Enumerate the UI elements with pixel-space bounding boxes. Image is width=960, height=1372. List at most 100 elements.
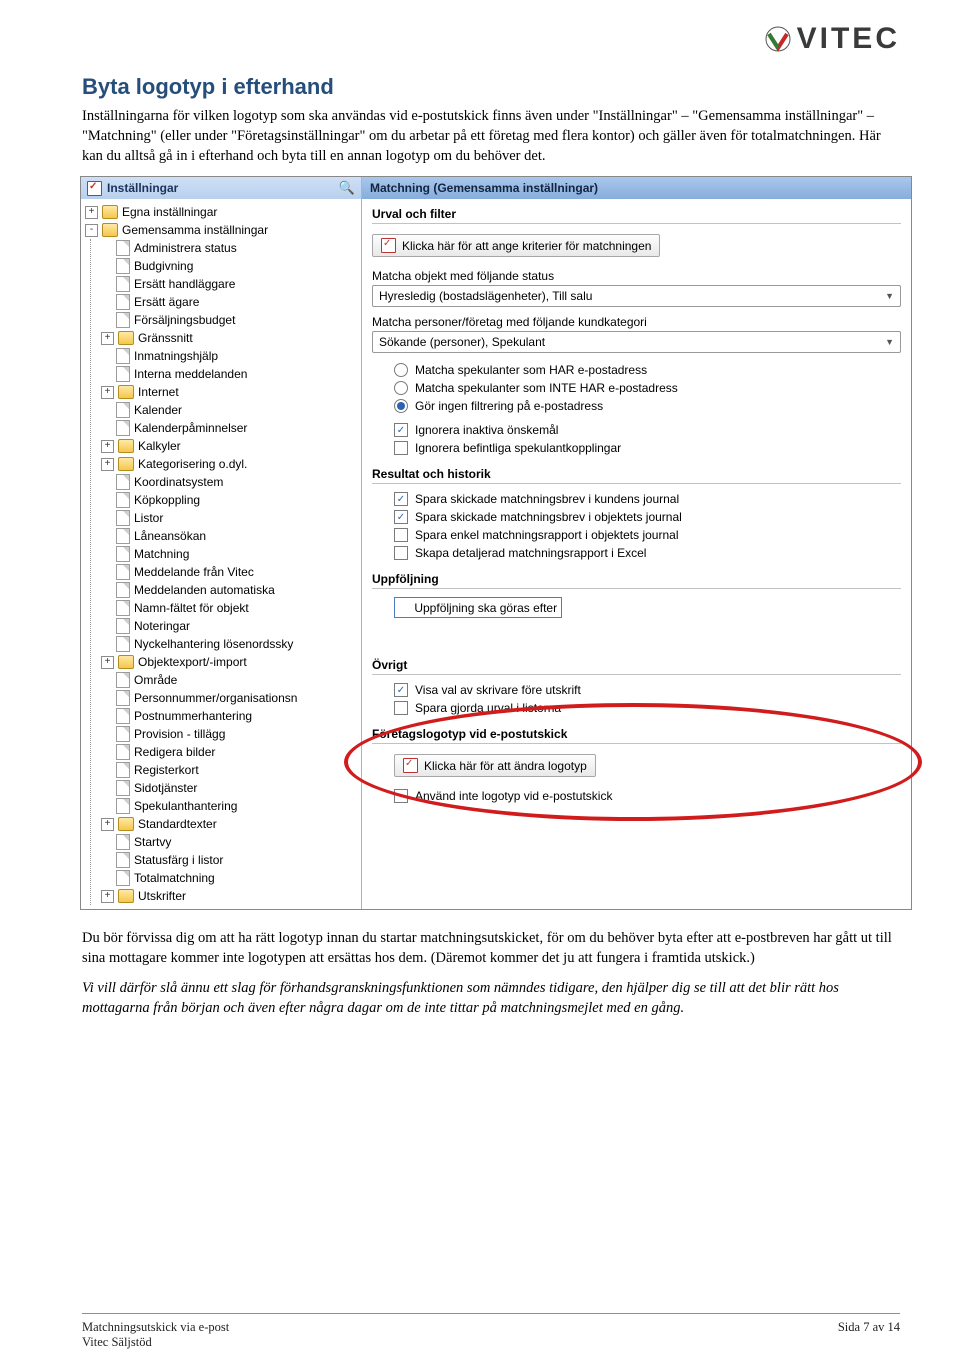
tree-item[interactable]: Budgivning [97, 257, 361, 275]
category-value: Sökande (personer), Spekulant [379, 335, 545, 349]
tree-expander-icon [101, 513, 112, 524]
tree-item[interactable]: Försäljningsbudget [97, 311, 361, 329]
tree-expander-icon [101, 747, 112, 758]
tree-item-label: Provision - tillägg [134, 725, 225, 743]
tree-item[interactable]: Kalenderpåminnelser [97, 419, 361, 437]
tree-item[interactable]: Startvy [97, 833, 361, 851]
settings-tree[interactable]: +Egna inställningar-Gemensamma inställni… [81, 199, 361, 909]
tree-item[interactable]: Personnummer/organisationsn [97, 689, 361, 707]
tree-item[interactable]: Ersätt handläggare [97, 275, 361, 293]
chk-save-object-journal[interactable]: Spara skickade matchningsbrev i objektet… [372, 508, 901, 526]
tree-item-label: Område [134, 671, 177, 689]
tree-expander-icon[interactable]: + [101, 890, 114, 903]
tree-item[interactable]: + Internet [97, 383, 361, 401]
tree-item[interactable]: Registerkort [97, 761, 361, 779]
tree-item[interactable]: Meddelande från Vitec [97, 563, 361, 581]
document-icon [116, 744, 130, 760]
document-icon [116, 348, 130, 364]
search-icon[interactable]: 🔍 [339, 180, 355, 196]
tree-item-label: Administrera status [134, 239, 237, 257]
chk-ignore-existing[interactable]: Ignorera befintliga spekulantkopplingar [372, 439, 901, 457]
tree-item[interactable]: Noteringar [97, 617, 361, 635]
tree-item[interactable]: Matchning [97, 545, 361, 563]
tree-item[interactable]: +Egna inställningar [81, 203, 361, 221]
chk-save-customer-journal[interactable]: Spara skickade matchningsbrev i kundens … [372, 490, 901, 508]
chk-ignore-inactive[interactable]: Ignorera inaktiva önskemål [372, 421, 901, 439]
tree-item[interactable]: Nyckelhantering lösenordssky [97, 635, 361, 653]
radio-has-email[interactable]: Matcha spekulanter som HAR e-postadress [372, 361, 901, 379]
tree-item[interactable]: Koordinatsystem [97, 473, 361, 491]
tree-item[interactable]: Köpkoppling [97, 491, 361, 509]
document-icon [116, 420, 130, 436]
tree-item[interactable]: Meddelanden automatiska [97, 581, 361, 599]
tree-item-label: Internet [138, 383, 179, 401]
tree-item[interactable]: + Gränssnitt [97, 329, 361, 347]
tree-item[interactable]: Postnummerhantering [97, 707, 361, 725]
tree-expander-icon[interactable]: + [101, 386, 114, 399]
tree-item[interactable]: Statusfärg i listor [97, 851, 361, 869]
tree-expander-icon [101, 765, 112, 776]
tree-item[interactable]: Inmatningshjälp [97, 347, 361, 365]
radio-not-has-email[interactable]: Matcha spekulanter som INTE HAR e-postad… [372, 379, 901, 397]
tree-expander-icon[interactable]: + [101, 458, 114, 471]
brand-wordmark: VITEC [797, 22, 900, 56]
chk-followup[interactable]: Uppföljning ska göras efter [372, 595, 901, 620]
tree-item[interactable]: Sidotjänster [97, 779, 361, 797]
change-logo-button[interactable]: Klicka här för att ändra logotyp [394, 754, 596, 777]
chk-save-simple-report[interactable]: Spara enkel matchningsrapport i objektet… [372, 526, 901, 544]
folder-icon [118, 457, 134, 471]
vitec-mark-icon [765, 26, 791, 52]
tree-item[interactable]: Ersätt ägare [97, 293, 361, 311]
change-logo-label: Klicka här för att ändra logotyp [424, 759, 587, 773]
document-icon [116, 690, 130, 706]
tree-item[interactable]: Administrera status [97, 239, 361, 257]
criteria-button-label: Klicka här för att ange kriterier för ma… [402, 239, 651, 253]
tree-expander-icon [101, 405, 112, 416]
tree-item[interactable]: Interna meddelanden [97, 365, 361, 383]
tree-expander-icon[interactable]: + [101, 440, 114, 453]
tree-expander-icon[interactable]: + [101, 818, 114, 831]
status-dropdown[interactable]: Hyresledig (bostadslägenheter), Till sal… [372, 285, 901, 307]
document-icon [116, 510, 130, 526]
tree-item[interactable]: Spekulanthantering [97, 797, 361, 815]
tree-item[interactable]: +Standardtexter [97, 815, 361, 833]
tree-expander-icon[interactable]: - [85, 224, 98, 237]
tree-item[interactable]: Låneansökan [97, 527, 361, 545]
tree-item[interactable]: Redigera bilder [97, 743, 361, 761]
document-icon [116, 258, 130, 274]
criteria-button[interactable]: Klicka här för att ange kriterier för ma… [372, 234, 660, 257]
radio-no-filter[interactable]: Gör ingen filtrering på e-postadress [372, 397, 901, 415]
tree-item[interactable]: Listor [97, 509, 361, 527]
chk-show-printer[interactable]: Visa val av skrivare före utskrift [372, 681, 901, 699]
document-icon [116, 276, 130, 292]
tree-item[interactable]: +Objektexport/-import [97, 653, 361, 671]
footer-page-number: Sida 7 av 14 [838, 1320, 900, 1350]
category-dropdown[interactable]: Sökande (personer), Spekulant ▼ [372, 331, 901, 353]
tree-item[interactable]: Namn-fältet för objekt [97, 599, 361, 617]
folder-icon [118, 331, 134, 345]
tree-item[interactable]: +Utskrifter [97, 887, 361, 905]
tree-item[interactable]: +Kategorisering o.dyl. [97, 455, 361, 473]
tree-expander-icon[interactable]: + [101, 332, 114, 345]
section-resultat: Resultat och historik [372, 467, 901, 484]
tree-item[interactable]: Område [97, 671, 361, 689]
document-icon [116, 582, 130, 598]
tree-expander-icon[interactable]: + [101, 656, 114, 669]
chk-save-selection[interactable]: Spara gjorda urval i listorna [372, 699, 901, 717]
tree-item[interactable]: Totalmatchning [97, 869, 361, 887]
tree-item[interactable]: +Kalkyler [97, 437, 361, 455]
document-icon [116, 726, 130, 742]
section-uppfoljning: Uppföljning [372, 572, 901, 589]
tree-expander-icon[interactable]: + [85, 206, 98, 219]
tree-item[interactable]: -Gemensamma inställningar [81, 221, 361, 239]
chk-no-logo[interactable]: Använd inte logotyp vid e-postutskick [372, 787, 901, 805]
tree-item-label: Gränssnitt [138, 329, 193, 347]
tree-item[interactable]: Kalender [97, 401, 361, 419]
tree-expander-icon [101, 477, 112, 488]
tree-expander-icon [101, 729, 112, 740]
section-logo: Företagslogotyp vid e-postutskick [372, 727, 901, 744]
chk-save-detailed-excel[interactable]: Skapa detaljerad matchningsrapport i Exc… [372, 544, 901, 562]
tree-item-label: Statusfärg i listor [134, 851, 223, 869]
tree-expander-icon [101, 261, 112, 272]
tree-item[interactable]: Provision - tillägg [97, 725, 361, 743]
